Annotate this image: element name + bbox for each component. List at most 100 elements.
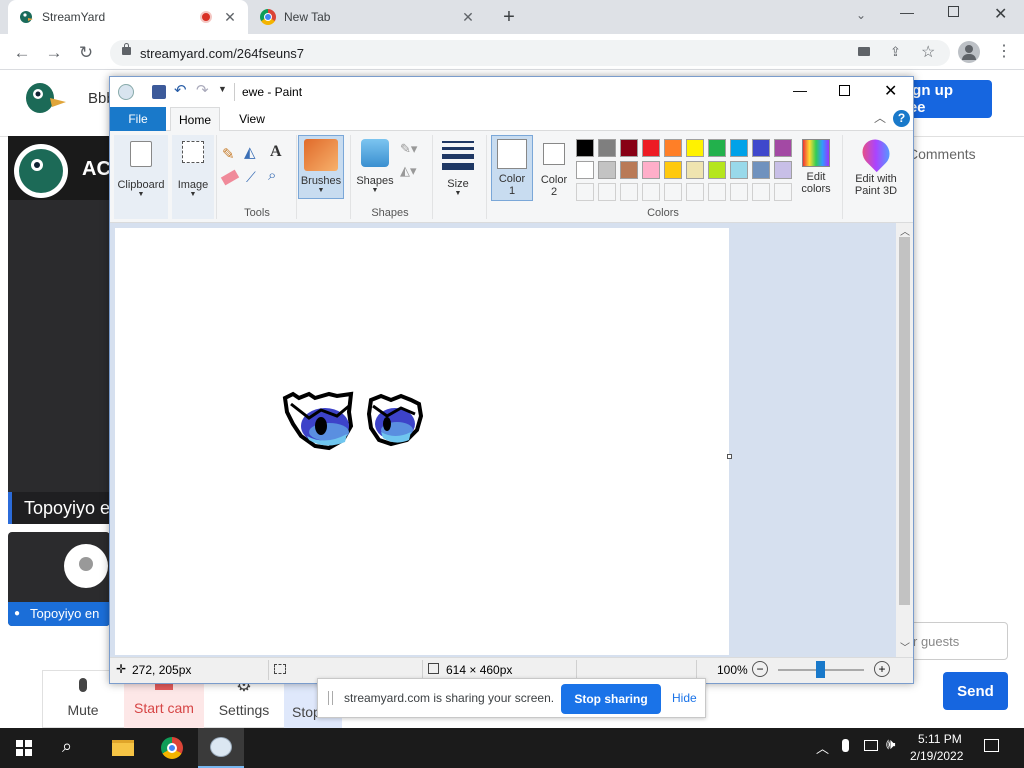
image-button[interactable]: Image ▼ [172, 135, 214, 219]
reload-icon[interactable]: ↻ [74, 41, 98, 65]
start-button[interactable] [16, 740, 32, 756]
zoom-out-icon[interactable]: − [752, 661, 768, 677]
bookmark-star-icon[interactable]: ☆ [921, 42, 935, 62]
tab-search-icon[interactable]: ⌄ [856, 8, 866, 22]
send-button[interactable]: Send [943, 672, 1008, 710]
color-swatch[interactable] [686, 161, 704, 179]
pencil-icon[interactable]: ✎ [222, 145, 235, 163]
clipboard-button[interactable]: Clipboard ▼ [114, 135, 168, 219]
eraser-icon[interactable] [220, 169, 240, 186]
file-explorer-icon[interactable] [112, 740, 134, 756]
show-hidden-icons-icon[interactable]: ︿ [816, 738, 829, 757]
tab-home[interactable]: Home [170, 107, 220, 132]
color-swatch[interactable] [686, 183, 704, 201]
scroll-thumb[interactable] [899, 237, 910, 605]
tab-streamyard[interactable]: StreamYard ✕ [8, 0, 248, 34]
color-swatch[interactable] [642, 183, 660, 201]
edit-colors-button[interactable]: Edit colors [794, 135, 838, 201]
minimize-icon[interactable]: — [793, 82, 807, 98]
notifications-icon[interactable] [984, 739, 999, 752]
color-swatch[interactable] [752, 161, 770, 179]
color-swatch[interactable] [730, 183, 748, 201]
color-picker-icon[interactable]: ⟋ [246, 169, 256, 186]
color-swatch[interactable] [708, 161, 726, 179]
undo-icon[interactable]: ↶ [174, 81, 187, 99]
clock-time[interactable]: 5:11 PM [918, 732, 962, 746]
color-swatch[interactable] [642, 161, 660, 179]
color-swatch[interactable] [730, 161, 748, 179]
close-tab-icon[interactable]: ✕ [460, 9, 476, 26]
brushes-button[interactable]: Brushes ▼ [298, 135, 344, 199]
mute-button[interactable]: Mute [52, 676, 114, 724]
minimize-icon[interactable]: — [900, 4, 914, 20]
close-window-icon[interactable]: ✕ [994, 4, 1007, 24]
profile-avatar[interactable] [958, 41, 980, 63]
shapes-button[interactable]: Shapes ▼ [356, 135, 394, 199]
color-swatch[interactable] [774, 161, 792, 179]
redo-icon[interactable]: ↷ [196, 81, 209, 99]
address-bar[interactable]: streamyard.com/264fseuns7 [110, 40, 950, 66]
scroll-down-icon[interactable]: ﹀ [900, 639, 910, 654]
volume-icon[interactable]: 🕪 [886, 736, 895, 753]
vertical-scrollbar[interactable]: ︿ ﹀ [896, 223, 913, 657]
search-icon[interactable]: ⌕ [62, 736, 72, 757]
close-icon[interactable]: ✕ [884, 81, 897, 101]
color-swatch[interactable] [576, 139, 594, 157]
file-menu[interactable]: File [110, 107, 166, 131]
color-swatch[interactable] [664, 139, 682, 157]
color-swatch[interactable] [598, 161, 616, 179]
color1-button[interactable]: Color 1 [491, 135, 533, 201]
color-swatch[interactable] [664, 161, 682, 179]
tab-new-tab[interactable]: New Tab ✕ [250, 0, 486, 34]
camera-icon[interactable] [858, 47, 870, 56]
color-swatch[interactable] [708, 139, 726, 157]
quick-access-dropdown-icon[interactable]: ▼ [218, 84, 227, 94]
color-swatch[interactable] [642, 139, 660, 157]
tab-view[interactable]: View [232, 107, 272, 131]
tab-comments[interactable]: Comments [908, 146, 976, 162]
save-icon[interactable] [152, 85, 166, 99]
color-swatch[interactable] [620, 139, 638, 157]
network-icon[interactable] [864, 740, 878, 751]
color-swatch[interactable] [576, 161, 594, 179]
text-icon[interactable]: A [270, 143, 282, 161]
fill-style-icon[interactable]: ◭▾ [400, 163, 417, 179]
color-swatch[interactable] [708, 183, 726, 201]
zoom-slider-thumb[interactable] [816, 661, 825, 678]
new-tab-button[interactable]: + [498, 6, 520, 28]
paint3d-button[interactable]: Edit with Paint 3D [844, 133, 908, 201]
color-swatch[interactable] [774, 183, 792, 201]
resize-handle[interactable] [727, 454, 732, 459]
guest-input[interactable]: r guests [908, 622, 1008, 660]
help-icon[interactable]: ? [893, 110, 910, 127]
back-icon[interactable]: ← [10, 41, 34, 65]
color-swatch[interactable] [774, 139, 792, 157]
color-swatch[interactable] [598, 139, 616, 157]
stop-sharing-button[interactable]: Stop sharing [561, 684, 661, 714]
color-swatch[interactable] [598, 183, 616, 201]
color-swatch[interactable] [730, 139, 748, 157]
maximize-icon[interactable] [839, 85, 850, 96]
outline-icon[interactable]: ✎▾ [400, 141, 417, 157]
color-swatch[interactable] [686, 139, 704, 157]
color-swatch[interactable] [752, 183, 770, 201]
fill-icon[interactable]: ◭ [244, 143, 256, 161]
restore-icon[interactable] [948, 6, 959, 17]
chrome-menu-icon[interactable]: ⋮ [996, 42, 1012, 62]
color-swatch[interactable] [576, 183, 594, 201]
drawing-canvas[interactable] [115, 228, 732, 655]
color-swatch[interactable] [620, 183, 638, 201]
hide-link[interactable]: Hide [672, 691, 697, 705]
microphone-icon[interactable] [842, 739, 849, 752]
close-tab-icon[interactable]: ✕ [222, 9, 238, 26]
forward-icon[interactable]: → [42, 41, 66, 65]
color-swatch[interactable] [664, 183, 682, 201]
participant-tile[interactable]: Topoyiyo en ● [8, 532, 110, 626]
collapse-ribbon-icon[interactable]: ︿ [874, 109, 886, 126]
share-icon[interactable]: ⇪ [890, 44, 901, 60]
zoom-in-icon[interactable]: + [874, 661, 890, 677]
paint-taskbar-button[interactable] [198, 728, 244, 768]
color-swatch[interactable] [752, 139, 770, 157]
size-button[interactable]: Size ▼ [438, 135, 478, 199]
color2-button[interactable]: Color 2 [537, 135, 571, 201]
